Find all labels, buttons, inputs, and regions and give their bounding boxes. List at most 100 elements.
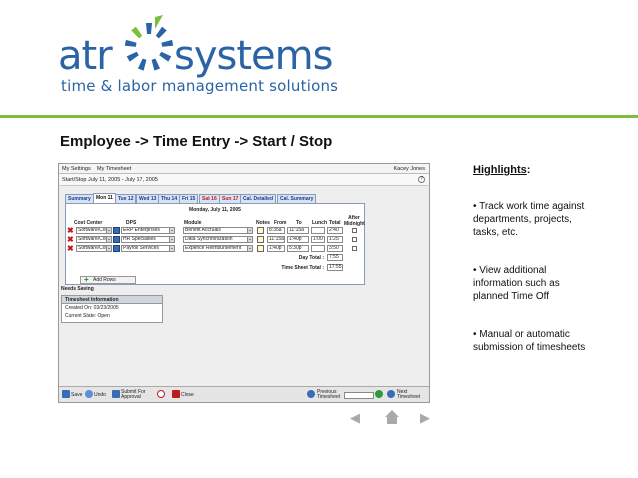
next-arrow-icon[interactable] [387,390,395,398]
dps-select[interactable]: ERP Enterprises [121,227,175,234]
cost-center-select[interactable]: Software/Core [76,236,112,243]
day-total-label: Day Total : [298,255,324,261]
delete-row-icon[interactable]: ✖ [67,245,74,253]
notes-icon[interactable] [257,245,264,252]
next-timesheet-button[interactable]: Next Timesheet [397,390,427,400]
col-module: Module [184,220,202,226]
breadcrumb-text: Start/Stop July 11, 2005 - July 17, 2005 [62,177,158,183]
module-select[interactable]: Benefit Accruals [183,227,253,234]
col-lunch: Lunch [312,220,327,226]
logo-burst-icon [124,15,174,71]
after-midnight-checkbox[interactable] [352,246,357,251]
day-total-value: 7:55 [327,254,343,261]
module-select[interactable]: Expence Reimbursement [183,245,253,252]
submit-for-approval-button[interactable]: Submit For Approval [121,390,151,400]
tab-fri-15[interactable]: Fri 15 [179,194,199,203]
go-icon[interactable] [375,390,383,398]
timesheet-date-field[interactable] [344,392,374,399]
highlight-item: • Manual or automatic submission of time… [473,329,586,353]
after-midnight-checkbox[interactable] [352,237,357,242]
col-total: Total [329,220,341,226]
col-to: To [296,220,302,226]
highlight-item: • Track work time against departments, p… [473,201,585,238]
current-state: Current State: Open [65,313,110,319]
from-field[interactable]: 1:40p [267,245,285,252]
dps-select[interactable]: HR Specialties [121,236,175,243]
delete-row-icon[interactable]: ✖ [67,236,74,244]
menu-my-timesheet[interactable]: My Timesheet [97,166,131,172]
to-field[interactable]: 1:40p [287,236,309,243]
timesheet-info-box: Timesheet Information Created On: 03/23/… [61,295,163,323]
logo-word-systems: systems [174,33,333,79]
day-entry-panel: Monday, July 11, 2005 Cost Center DPS Mo… [65,203,365,285]
delete-row-icon[interactable]: ✖ [67,227,74,235]
lookup-icon[interactable] [113,227,120,234]
cost-center-select[interactable]: Software/Core [76,245,112,252]
undo-button[interactable]: Undo [94,393,106,398]
col-dps: DPS [126,220,137,226]
tab-sat-16[interactable]: Sat 16 [199,194,220,203]
day-title: Monday, July 11, 2005 [189,207,241,213]
save-icon[interactable] [62,390,70,398]
add-rows-label: Add Rows [93,277,116,283]
previous-arrow-icon[interactable] [307,390,315,398]
notes-icon[interactable] [257,227,264,234]
tab-mon-11[interactable]: Mon 11 [93,193,116,203]
lookup-icon[interactable] [113,245,120,252]
tab-sun-17[interactable]: Sun 17 [219,194,242,203]
lookup-icon[interactable] [113,236,120,243]
highlight-item: • View additional information such as pl… [473,265,560,302]
created-on: Created On: 03/23/2005 [65,305,119,311]
module-select[interactable]: Data Synchronization [183,236,253,243]
to-field[interactable]: 11:15a [287,227,309,234]
lunch-field[interactable] [311,227,325,234]
logo-word-atr: atr [58,33,113,79]
user-name: Kacey Jones [393,166,426,172]
plus-icon: + [84,275,89,284]
lunch-field[interactable] [311,245,325,252]
total-field: 1:25 [327,236,343,243]
home-icon[interactable] [384,409,400,425]
time-sheet-total-label: Time Sheet Total : [281,265,324,271]
bottom-toolbar: Save Undo Submit For Approval Close Prev… [59,386,429,402]
total-field: 3:50 [327,245,343,252]
tab-cal-summary[interactable]: Cal. Summary [277,194,317,203]
notes-icon[interactable] [257,236,264,243]
time-sheet-total-value: 17:55 [327,264,343,271]
lunch-field[interactable]: 1:00 [311,236,325,243]
col-from: From [274,220,287,226]
breadcrumb: Start/Stop July 11, 2005 - July 17, 2005… [59,174,429,186]
tab-cal-detailed[interactable]: Cal. Detailed [240,194,277,203]
table-row: ✖ Software/Core HR Specialties Data Sync… [66,236,364,244]
help-icon[interactable]: ? [418,176,425,183]
tab-summary[interactable]: Summary [65,194,94,203]
info-icon[interactable] [157,390,165,398]
add-rows-button[interactable]: + Add Rows [80,276,136,284]
tab-tue-12[interactable]: Tue 12 [115,194,137,203]
next-slide-icon[interactable]: ▶ [420,410,430,426]
after-midnight-checkbox[interactable] [352,228,357,233]
previous-slide-icon[interactable]: ◀ [350,410,360,426]
col-cost-center: Cost Center [74,220,103,226]
from-field[interactable]: 8:35a [267,227,285,234]
previous-timesheet-button[interactable]: Previous Timesheet [317,390,345,400]
cost-center-select[interactable]: Software/Core [76,227,112,234]
col-after-midnight: After Midnight [344,215,365,227]
from-field[interactable]: 11:15a [267,236,285,243]
save-button[interactable]: Save [71,393,82,398]
needs-saving-status: Needs Saving [61,286,94,292]
to-field[interactable]: 5:30p [287,245,309,252]
info-box-title: Timesheet Information [62,296,162,304]
dps-select[interactable]: Payroll Services [121,245,175,252]
close-button[interactable]: Close [181,393,194,398]
tab-thu-14[interactable]: Thu 14 [158,194,181,203]
tab-wed-13[interactable]: Wed 13 [136,194,160,203]
submit-icon[interactable] [112,390,120,398]
close-icon[interactable] [172,390,180,398]
header-divider [0,115,638,118]
menu-bar: My Settings My Timesheet Kacey Jones [59,164,429,174]
menu-my-settings[interactable]: My Settings [62,166,91,172]
highlights-title: Highlights: [473,164,531,176]
undo-icon[interactable] [85,390,93,398]
table-row: ✖ Software/Core ERP Enterprises Benefit … [66,227,364,235]
